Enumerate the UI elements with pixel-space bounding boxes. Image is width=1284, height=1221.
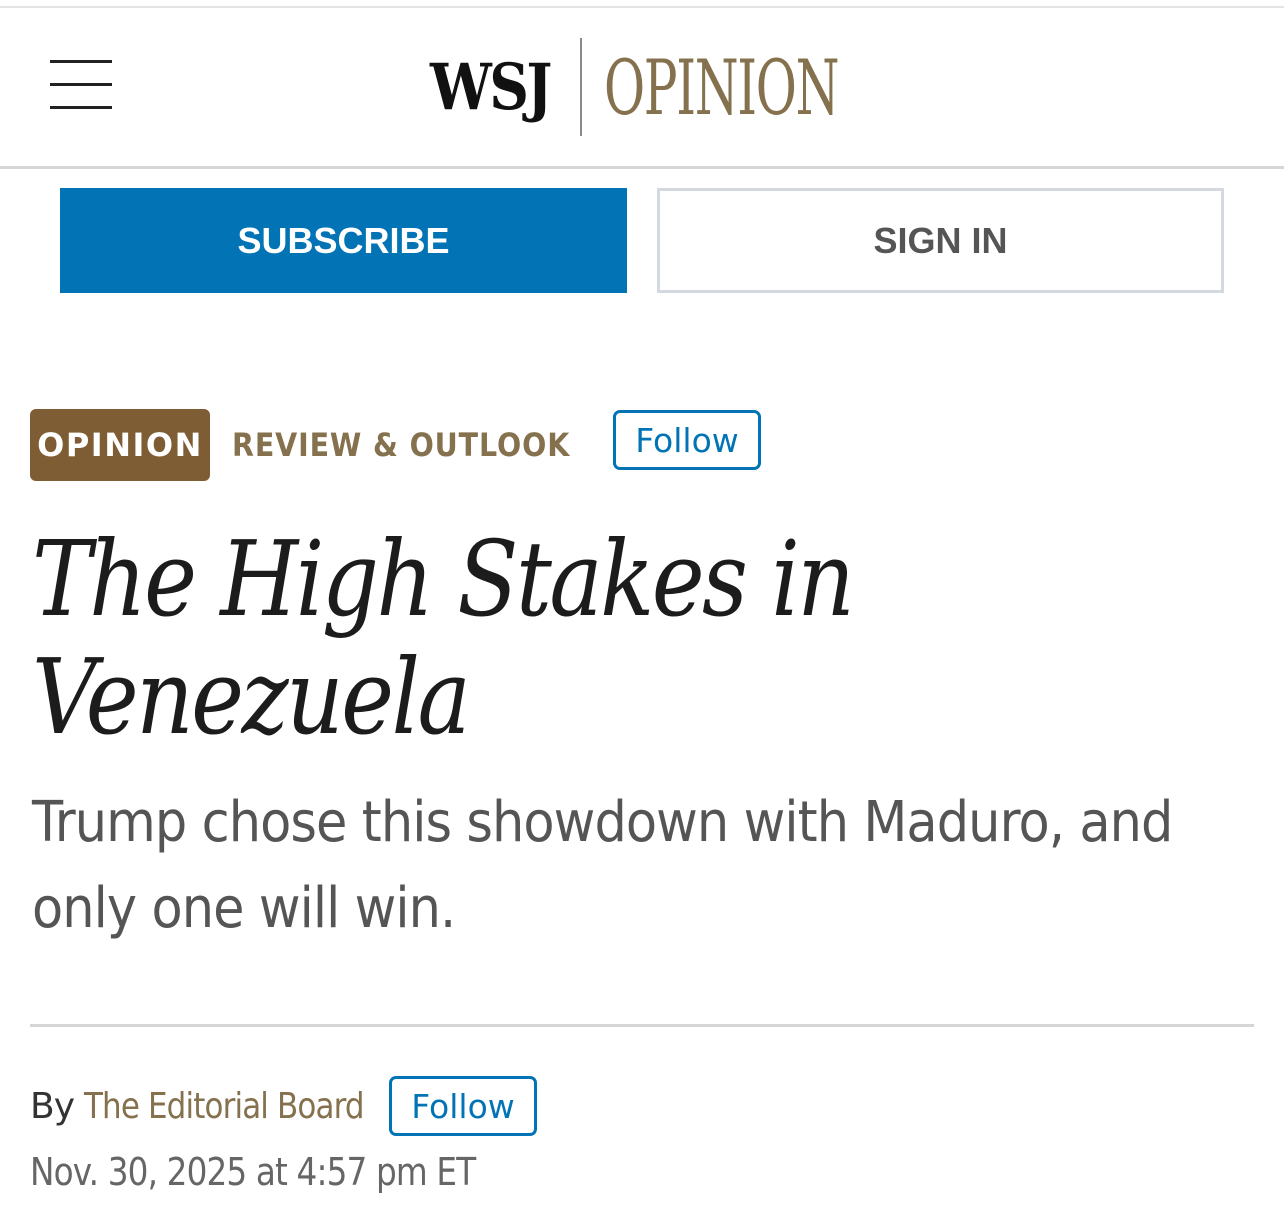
article-headline: The High Stakes in Venezuela: [32, 520, 1252, 756]
hamburger-menu-icon[interactable]: [50, 58, 112, 110]
wsj-opinion-logo[interactable]: WSJ OPINION: [430, 32, 959, 142]
byline-prefix: By: [30, 1085, 75, 1127]
dek-line-2: only one will win.: [32, 876, 456, 941]
author-link[interactable]: The Editorial Board: [84, 1086, 365, 1127]
opinion-badge[interactable]: OPINION: [30, 409, 210, 481]
logo-divider: [580, 38, 582, 136]
subscribe-button[interactable]: SUBSCRIBE: [60, 188, 627, 293]
publish-timestamp: Nov. 30, 2025 at 4:57 pm ET: [30, 1150, 476, 1194]
follow-section-button[interactable]: Follow: [613, 410, 761, 470]
headline-line-1: The High Stakes in: [32, 518, 855, 640]
site-header: WSJ OPINION: [0, 8, 1284, 166]
follow-author-button[interactable]: Follow: [389, 1076, 537, 1136]
section-link-review-outlook[interactable]: REVIEW & OUTLOOK: [232, 426, 569, 464]
logo-opinion-text: OPINION: [604, 42, 839, 132]
byline-divider: [30, 1024, 1254, 1027]
headline-line-2: Venezuela: [32, 636, 471, 758]
menu-bar-middle: [50, 83, 112, 86]
menu-bar-top: [50, 60, 112, 63]
dek-line-1: Trump chose this showdown with Maduro, a…: [32, 790, 1173, 855]
header-divider: [0, 166, 1284, 169]
article-tags: OPINION REVIEW & OUTLOOK: [30, 409, 592, 481]
article-dek: Trump chose this showdown with Maduro, a…: [32, 780, 1252, 952]
sign-in-button[interactable]: SIGN IN: [657, 188, 1224, 293]
logo-wsj-text: WSJ: [430, 49, 552, 125]
menu-bar-bottom: [50, 106, 112, 109]
byline: By The Editorial Board: [30, 1076, 384, 1136]
